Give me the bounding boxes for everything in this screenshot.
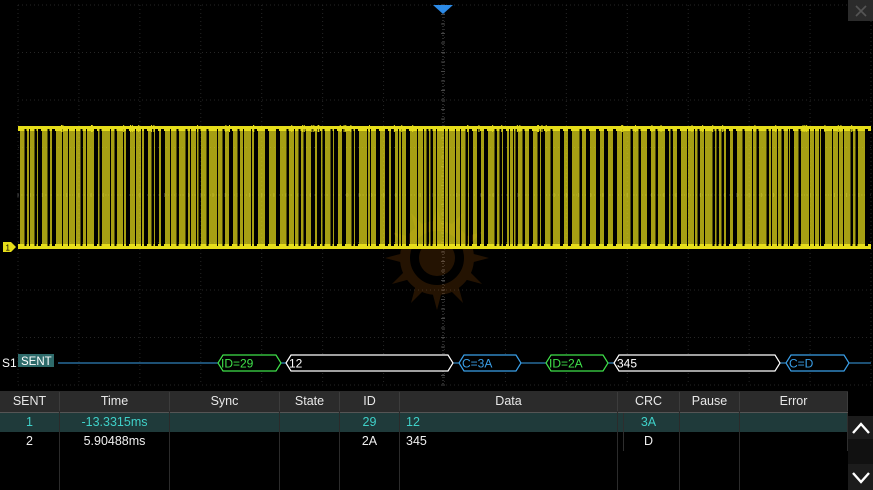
decode-frame-label: 12: [289, 357, 303, 371]
waveform-display[interactable]: 1 S1 SENT ID=29 12 C=3A ID=2A 345 C=D: [0, 0, 873, 390]
cell-data: 12: [400, 413, 624, 432]
decode-frame-data: [285, 354, 454, 372]
cell-error: [740, 413, 848, 432]
column-header-crc[interactable]: CRC: [618, 392, 680, 411]
decode-frame-label: C=D: [789, 357, 814, 371]
cell-crc: D: [618, 432, 680, 451]
column-header-sent[interactable]: SENT: [0, 392, 60, 411]
column-divider: [339, 412, 340, 490]
decode-frame-label: 345: [617, 357, 637, 371]
cell-sync: [170, 432, 280, 451]
close-table-button[interactable]: [848, 0, 873, 21]
cell-data: 345: [400, 432, 624, 451]
column-header-sync[interactable]: Sync: [170, 392, 280, 411]
cell-crc: 3A: [618, 413, 680, 432]
column-header-pause[interactable]: Pause: [680, 392, 740, 411]
table-row[interactable]: 2 5.90488ms 2A 345 D: [0, 432, 848, 451]
cell-id: 29: [340, 413, 400, 432]
scroll-up-button[interactable]: [848, 416, 873, 439]
close-icon: [854, 4, 867, 17]
cell-time: -13.3315ms: [60, 413, 170, 432]
column-divider: [399, 412, 400, 490]
column-header-time[interactable]: Time: [60, 392, 170, 411]
cell-sent: 1: [0, 413, 60, 432]
table-header: SENT Time Sync State ID Data CRC Pause Error: [0, 391, 848, 413]
cell-state: [280, 432, 340, 451]
decode-list-table: SENT Time Sync State ID Data CRC Pause Error 1 -1…: [0, 391, 873, 490]
svg-text:1: 1: [6, 244, 11, 253]
table-row[interactable]: 1 -13.3315ms 29 12 3A: [0, 413, 848, 432]
cell-id: 2A: [340, 432, 400, 451]
decode-frame-data: [613, 354, 781, 372]
cell-sync: [170, 413, 280, 432]
decode-frame-label: ID=2A: [549, 357, 583, 371]
chevron-up-icon: [851, 421, 870, 434]
column-divider: [169, 412, 170, 490]
column-header-state[interactable]: State: [280, 392, 340, 411]
column-divider: [617, 412, 618, 490]
decode-frame-label: ID=29: [221, 357, 254, 371]
bus-label: S1: [2, 356, 17, 370]
cell-time: 5.90488ms: [60, 432, 170, 451]
chevron-down-icon: [851, 472, 870, 484]
decode-frame-label: C=3A: [462, 357, 492, 371]
column-divider: [279, 412, 280, 490]
table-scrollbar[interactable]: [848, 439, 873, 464]
column-header-id[interactable]: ID: [340, 392, 400, 411]
column-divider: [679, 412, 680, 490]
cell-pause: [680, 413, 740, 432]
scroll-down-button[interactable]: [848, 464, 873, 490]
protocol-tag: SENT: [21, 356, 52, 368]
column-header-data[interactable]: Data: [400, 392, 618, 411]
cell-error: [740, 432, 848, 451]
cell-state: [280, 413, 340, 432]
cell-pause: [680, 432, 740, 451]
column-header-error[interactable]: Error: [740, 392, 848, 411]
column-divider: [739, 412, 740, 490]
column-divider: [59, 412, 60, 490]
cell-sent: 2: [0, 432, 60, 451]
channel-1-trace: [18, 125, 871, 249]
